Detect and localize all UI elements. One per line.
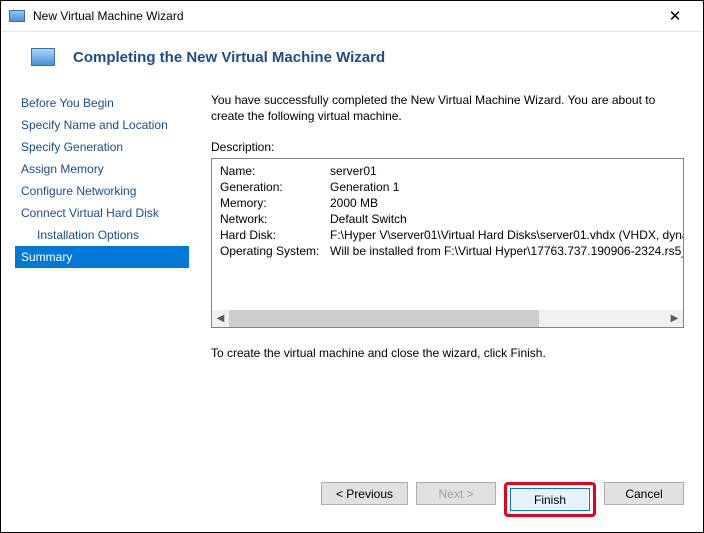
scroll-track[interactable] <box>229 310 666 327</box>
window-title: New Virtual Machine Wizard <box>33 9 184 23</box>
close-button[interactable]: ✕ <box>655 2 695 30</box>
summary-row-name: Name:server01 <box>212 163 683 179</box>
titlebar: New Virtual Machine Wizard ✕ <box>1 1 703 32</box>
page-title: Completing the New Virtual Machine Wizar… <box>73 49 385 66</box>
description-box: Name:server01 Generation:Generation 1 Me… <box>211 158 684 328</box>
sidebar-item-specify-name[interactable]: Specify Name and Location <box>15 114 189 136</box>
cancel-button[interactable]: Cancel <box>604 482 684 505</box>
scroll-left-arrow-icon[interactable]: ◀ <box>212 310 229 327</box>
description-label: Description: <box>211 140 689 154</box>
content-area: Before You Begin Specify Name and Locati… <box>1 88 703 478</box>
intro-text: You have successfully completed the New … <box>211 92 689 124</box>
previous-button[interactable]: < Previous <box>321 482 408 505</box>
app-icon <box>9 10 25 22</box>
sidebar-item-before-you-begin[interactable]: Before You Begin <box>15 92 189 114</box>
wizard-header: Completing the New Virtual Machine Wizar… <box>1 32 703 88</box>
button-row: < Previous Next > Finish Cancel <box>321 482 684 517</box>
horizontal-scrollbar[interactable]: ◀ ▶ <box>212 310 683 327</box>
summary-row-generation: Generation:Generation 1 <box>212 179 683 195</box>
sidebar-item-summary[interactable]: Summary <box>15 246 189 268</box>
wizard-steps: Before You Begin Specify Name and Locati… <box>15 88 189 478</box>
finish-button[interactable]: Finish <box>510 488 590 511</box>
next-button: Next > <box>416 482 496 505</box>
wizard-icon <box>31 48 55 66</box>
main-panel: You have successfully completed the New … <box>189 88 689 478</box>
description-body: Name:server01 Generation:Generation 1 Me… <box>212 159 683 307</box>
sidebar-item-assign-memory[interactable]: Assign Memory <box>15 158 189 180</box>
summary-row-harddisk: Hard Disk:F:\Hyper V\server01\Virtual Ha… <box>212 227 683 243</box>
summary-row-memory: Memory:2000 MB <box>212 195 683 211</box>
sidebar-item-configure-networking[interactable]: Configure Networking <box>15 180 189 202</box>
sidebar-item-installation-options[interactable]: Installation Options <box>15 224 189 246</box>
finish-highlight: Finish <box>504 482 596 517</box>
sidebar-item-specify-generation[interactable]: Specify Generation <box>15 136 189 158</box>
scroll-thumb[interactable] <box>229 310 539 327</box>
sidebar-item-connect-vhd[interactable]: Connect Virtual Hard Disk <box>15 202 189 224</box>
summary-row-network: Network:Default Switch <box>212 211 683 227</box>
finish-hint: To create the virtual machine and close … <box>211 346 689 360</box>
scroll-right-arrow-icon[interactable]: ▶ <box>666 310 683 327</box>
summary-row-os: Operating System:Will be installed from … <box>212 243 683 259</box>
